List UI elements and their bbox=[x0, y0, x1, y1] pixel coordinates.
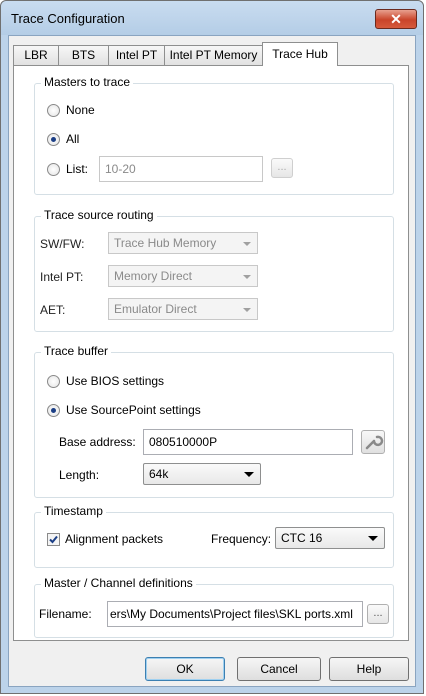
buffer-sourcepoint-radio[interactable] bbox=[47, 404, 60, 417]
alignment-packets-label[interactable]: Alignment packets bbox=[65, 532, 163, 546]
dialog-client: LBR BTS Intel PT Intel PT Memory Trace H… bbox=[8, 35, 416, 687]
masters-all-radio[interactable] bbox=[47, 133, 60, 146]
masters-none-label[interactable]: None bbox=[66, 103, 95, 117]
masters-none-radio[interactable] bbox=[47, 104, 60, 117]
tab-lbr[interactable]: LBR bbox=[13, 45, 59, 65]
title-bar[interactable]: Trace Configuration ✕ bbox=[1, 1, 423, 35]
routing-intelpt-select[interactable]: Memory Direct bbox=[108, 265, 258, 287]
routing-aet-select[interactable]: Emulator Direct bbox=[108, 298, 258, 320]
masters-all-label[interactable]: All bbox=[66, 132, 79, 146]
window-title: Trace Configuration bbox=[11, 11, 125, 26]
alignment-packets-checkbox[interactable] bbox=[47, 533, 60, 546]
base-address-label: Base address: bbox=[59, 435, 136, 449]
masters-list-label[interactable]: List: bbox=[66, 162, 88, 176]
close-button[interactable]: ✕ bbox=[375, 9, 417, 29]
checkmark-icon bbox=[49, 535, 58, 544]
masters-group: Masters to trace None All List: 10-20 ..… bbox=[34, 75, 394, 195]
routing-aet-label: AET: bbox=[40, 303, 66, 317]
routing-group-title: Trace source routing bbox=[41, 208, 157, 222]
masters-list-browse-button[interactable]: ... bbox=[271, 158, 293, 178]
tab-bts[interactable]: BTS bbox=[58, 45, 109, 65]
routing-aet-value: Emulator Direct bbox=[114, 302, 197, 316]
routing-swfw-select[interactable]: Trace Hub Memory bbox=[108, 232, 258, 254]
tab-intel-pt-memory[interactable]: Intel PT Memory bbox=[164, 45, 263, 65]
chevron-down-icon bbox=[243, 242, 251, 246]
length-label: Length: bbox=[59, 468, 100, 482]
routing-intelpt-value: Memory Direct bbox=[114, 269, 193, 283]
ok-button[interactable]: OK bbox=[145, 657, 225, 681]
masters-list-radio[interactable] bbox=[47, 163, 60, 176]
frequency-value: CTC 16 bbox=[281, 531, 323, 545]
chevron-down-icon bbox=[368, 536, 378, 541]
frequency-select[interactable]: CTC 16 bbox=[275, 527, 385, 549]
routing-swfw-value: Trace Hub Memory bbox=[114, 236, 217, 250]
routing-swfw-label: SW/FW: bbox=[40, 237, 85, 251]
filename-input[interactable]: ers\My Documents\Project files\SKL ports… bbox=[107, 601, 363, 627]
chevron-down-icon bbox=[243, 275, 251, 279]
definitions-group-title: Master / Channel definitions bbox=[41, 576, 196, 590]
trace-configuration-window: Trace Configuration ✕ LBR BTS Intel PT I… bbox=[0, 0, 424, 694]
cancel-button[interactable]: Cancel bbox=[237, 657, 321, 681]
trace-buffer-group: Trace buffer Use BIOS settings Use Sourc… bbox=[34, 344, 394, 498]
filename-browse-button[interactable]: ... bbox=[367, 604, 389, 624]
length-select[interactable]: 64k bbox=[143, 463, 261, 485]
routing-intelpt-label: Intel PT: bbox=[40, 270, 84, 284]
routing-group: Trace source routing SW/FW: Trace Hub Me… bbox=[34, 208, 394, 332]
timestamp-group: Timestamp Alignment packets Frequency: C… bbox=[34, 504, 394, 568]
timestamp-group-title: Timestamp bbox=[41, 504, 106, 518]
definitions-group: Master / Channel definitions Filename: e… bbox=[34, 576, 394, 638]
frequency-label: Frequency: bbox=[211, 532, 272, 546]
buffer-bios-label[interactable]: Use BIOS settings bbox=[66, 374, 164, 388]
tab-trace-hub[interactable]: Trace Hub bbox=[262, 42, 338, 66]
help-button[interactable]: Help bbox=[329, 657, 409, 681]
filename-label: Filename: bbox=[39, 607, 92, 621]
buffer-bios-radio[interactable] bbox=[47, 375, 60, 388]
chevron-down-icon bbox=[244, 472, 254, 477]
base-address-input[interactable]: 080510000P bbox=[143, 429, 353, 455]
length-value: 64k bbox=[149, 467, 169, 481]
trace-hub-panel: Masters to trace None All List: 10-20 ..… bbox=[13, 65, 409, 641]
tab-intel-pt[interactable]: Intel PT bbox=[108, 45, 165, 65]
buffer-sourcepoint-label[interactable]: Use SourcePoint settings bbox=[66, 403, 201, 417]
chevron-down-icon bbox=[243, 308, 251, 312]
base-address-tool-button[interactable] bbox=[361, 430, 385, 454]
masters-group-title: Masters to trace bbox=[41, 75, 134, 89]
trace-buffer-group-title: Trace buffer bbox=[41, 344, 112, 358]
close-icon: ✕ bbox=[390, 11, 402, 27]
wrench-icon bbox=[365, 435, 384, 450]
masters-list-input[interactable]: 10-20 bbox=[99, 156, 263, 182]
